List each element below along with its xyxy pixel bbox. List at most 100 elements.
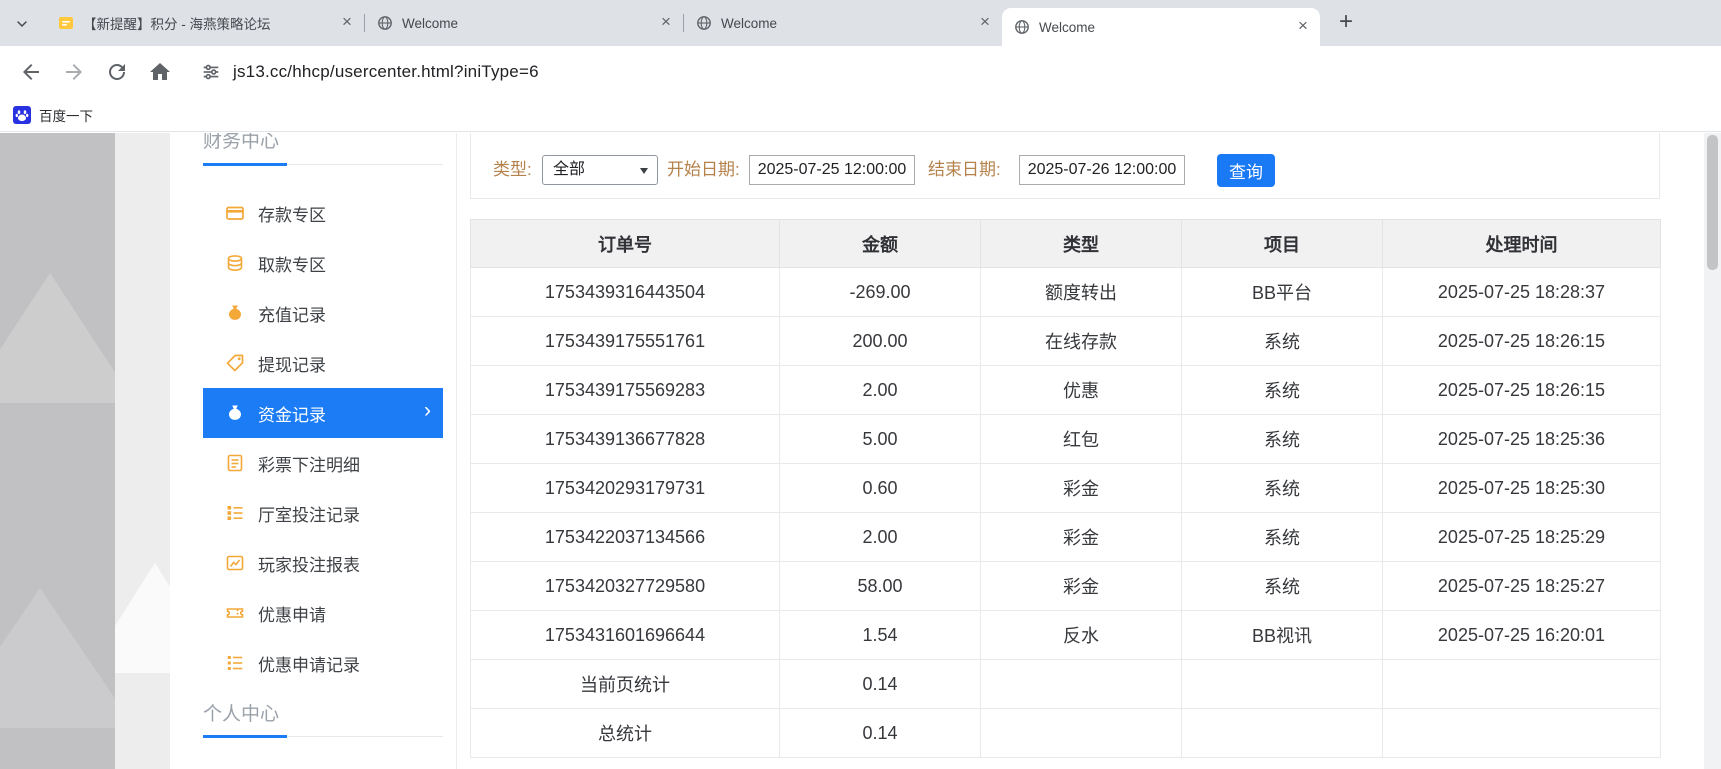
end-date-input[interactable] — [1019, 155, 1185, 185]
table-cell: 总统计 — [470, 708, 780, 758]
home-icon[interactable] — [148, 60, 172, 84]
player-bet-report-icon — [226, 555, 244, 571]
table-head: 订单号 金额 类型 项目 处理时间 — [470, 219, 1661, 268]
reload-icon[interactable] — [105, 60, 129, 84]
page-viewport: 财务中心 存款专区 取款专区 充值记录 提现记录 资金记录 › 彩票下注明细 厅… — [0, 133, 1721, 769]
table-cell: 1753439316443504 — [470, 267, 780, 317]
filter-bar: 类型: 全部 开始日期: 结束日期: 查询 — [470, 133, 1660, 199]
sidebar-item-label: 彩票下注明细 — [258, 455, 360, 475]
table-cell — [980, 708, 1182, 758]
table-cell: 彩金 — [980, 463, 1182, 513]
tab-close-icon[interactable]: × — [1294, 17, 1312, 36]
table-row: 当前页统计 0.14 — [470, 659, 1661, 709]
table-cell: 1753420293179731 — [470, 463, 780, 513]
sidebar-item-label: 优惠申请记录 — [258, 655, 360, 675]
type-select[interactable]: 全部 — [542, 155, 658, 185]
funds-record-table: 订单号 金额 类型 项目 处理时间 1753439316443504 -269.0… — [470, 219, 1661, 758]
sidebar-item-promo-apply[interactable]: 优惠申请 — [203, 588, 443, 638]
browser-toolbar: js13.cc/hhcp/usercenter.html?iniType=6 — [0, 46, 1721, 98]
url-text[interactable]: js13.cc/hhcp/usercenter.html?iniType=6 — [233, 62, 539, 82]
back-icon[interactable] — [19, 60, 43, 84]
table-row: 1753431601696644 1.54 反水 BB视讯 2025-07-25 16:… — [470, 610, 1661, 660]
section-title-personal: 个人中心 — [203, 704, 280, 725]
site-info-icon[interactable] — [200, 61, 222, 83]
table-cell: 1753439175551761 — [470, 316, 780, 366]
end-date-label: 结束日期: — [928, 160, 1001, 179]
tab-close-icon[interactable]: × — [338, 13, 356, 32]
table-header-row: 订单号 金额 类型 项目 处理时间 — [470, 219, 1661, 268]
table-header-cell: 金额 — [779, 219, 981, 268]
table-row: 1753439136677828 5.00 红包 系统 2025-07-25 18:25… — [470, 414, 1661, 464]
hall-bet-record-icon — [227, 506, 243, 520]
tab-welcome-1[interactable]: Welcome × — [365, 0, 683, 46]
sidebar-item-promo-record[interactable]: 优惠申请记录 — [203, 638, 443, 688]
tab-close-icon[interactable]: × — [657, 13, 675, 32]
sidebar-item-deposit[interactable]: 存款专区 — [203, 188, 443, 238]
table-cell: 1753422037134566 — [470, 512, 780, 562]
recharge-moneybag-icon — [229, 305, 241, 320]
table-cell: 1.54 — [779, 610, 981, 660]
table-cell: 优惠 — [980, 365, 1182, 415]
table-cell: 彩金 — [980, 561, 1182, 611]
section-rule — [203, 163, 443, 166]
table-cell: 2025-07-25 18:25:30 — [1382, 463, 1661, 513]
bookmarks-bar: 百度一下 — [0, 98, 1721, 132]
decorative-triangle — [115, 563, 170, 673]
table-cell: 0.14 — [779, 708, 981, 758]
table-header-cell: 处理时间 — [1382, 219, 1661, 268]
tab-title: Welcome — [1039, 19, 1096, 35]
sidebar-item-cashout-record[interactable]: 提现记录 — [203, 338, 443, 388]
page-background-strip — [115, 133, 170, 769]
url-bar[interactable]: js13.cc/hhcp/usercenter.html?iniType=6 — [200, 61, 539, 83]
table-cell: 红包 — [980, 414, 1182, 464]
sidebar-menu: 存款专区 取款专区 充值记录 提现记录 资金记录 › 彩票下注明细 厅室投注记录… — [203, 188, 443, 688]
table-row: 1753420293179731 0.60 彩金 系统 2025-07-25 18:25… — [470, 463, 1661, 513]
tab-close-icon[interactable]: × — [976, 13, 994, 32]
table-body: 1753439316443504 -269.00 额度转出 BB平台 2025-07-2… — [470, 267, 1661, 758]
select-arrow-icon — [640, 168, 648, 174]
tab-forum[interactable]: 【新提醒】积分 - 海燕策略论坛 × — [46, 0, 364, 46]
scrollbar-thumb[interactable] — [1707, 135, 1718, 270]
table-cell: 5.00 — [779, 414, 981, 464]
tab-title: 【新提醒】积分 - 海燕策略论坛 — [83, 17, 271, 32]
vertical-scrollbar[interactable] — [1704, 133, 1721, 769]
sidebar-item-label: 优惠申请 — [258, 605, 326, 625]
table-cell: 58.00 — [779, 561, 981, 611]
table-cell: 系统 — [1181, 512, 1383, 562]
table-cell: 2025-07-25 18:28:37 — [1382, 267, 1661, 317]
table-cell: 2.00 — [779, 365, 981, 415]
table-cell: 1753439136677828 — [470, 414, 780, 464]
bookmark-baidu[interactable]: 百度一下 — [13, 105, 93, 125]
tab-search-button[interactable] — [8, 10, 35, 37]
table-cell: 2025-07-25 18:26:15 — [1382, 316, 1661, 366]
sidebar-item-label: 提现记录 — [258, 355, 326, 375]
tab-welcome-2[interactable]: Welcome × — [684, 0, 1002, 46]
globe-favicon-icon — [696, 15, 712, 31]
forward-icon[interactable] — [62, 60, 86, 84]
sidebar-item-player-bet-report[interactable]: 玩家投注报表 — [203, 538, 443, 588]
browser-window: 【新提醒】积分 - 海燕策略论坛 × Welcome × Welcome × W… — [0, 0, 1721, 769]
search-button[interactable]: 查询 — [1217, 154, 1275, 187]
tab-welcome-active[interactable]: Welcome × — [1002, 8, 1320, 46]
tab-list: 【新提醒】积分 - 海燕策略论坛 × Welcome × Welcome × W… — [46, 0, 1360, 46]
table-row: 1753439316443504 -269.00 额度转出 BB平台 2025-07-2… — [470, 267, 1661, 317]
table-cell: 系统 — [1181, 463, 1383, 513]
table-cell: 0.14 — [779, 659, 981, 709]
table-cell: 1753439175569283 — [470, 365, 780, 415]
section-rule-accent — [203, 735, 287, 738]
table-cell — [1181, 659, 1383, 709]
table-cell: 2025-07-25 16:20:01 — [1382, 610, 1661, 660]
funds-record-icon — [229, 405, 241, 420]
start-date-input[interactable] — [749, 155, 915, 185]
sidebar-item-hall-bet-record[interactable]: 厅室投注记录 — [203, 488, 443, 538]
sidebar-item-recharge-record[interactable]: 充值记录 — [203, 288, 443, 338]
new-tab-button[interactable]: + — [1332, 9, 1360, 37]
sidebar-item-withdraw[interactable]: 取款专区 — [203, 238, 443, 288]
table-row: 1753439175551761 200.00 在线存款 系统 2025-07-25 1… — [470, 316, 1661, 366]
sidebar-item-lottery-detail[interactable]: 彩票下注明细 — [203, 438, 443, 488]
sidebar-item-label: 厅室投注记录 — [258, 505, 360, 525]
sidebar-item-funds-record[interactable]: 资金记录 › — [203, 388, 443, 438]
start-date-label: 开始日期: — [667, 160, 740, 179]
table-cell: 系统 — [1181, 561, 1383, 611]
table-cell — [1181, 708, 1383, 758]
